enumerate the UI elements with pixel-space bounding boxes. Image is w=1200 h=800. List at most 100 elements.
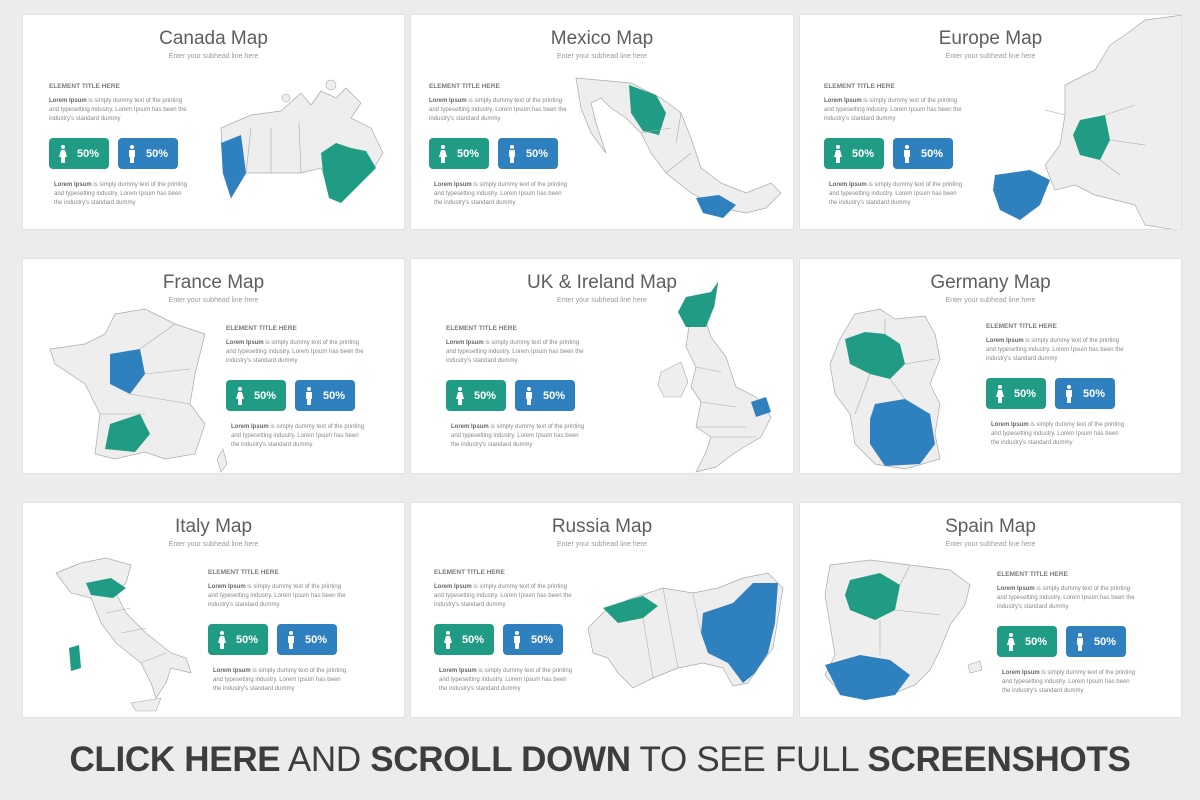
footer-click-here[interactable]: CLICK HERE — [69, 740, 280, 779]
male-stat-badge: 50% — [893, 138, 953, 169]
lorem-text: Lorem Ipsum is simply dummy text of the … — [824, 98, 962, 122]
footer-banner[interactable]: CLICK HERE AND SCROLL DOWN TO SEE FULL S… — [0, 740, 1200, 784]
lorem-text: Lorem Ipsum is simply dummy text of the … — [429, 98, 567, 122]
slide-europe[interactable]: Europe Map Enter your subhead line here … — [799, 14, 1182, 230]
text-block: ELEMENT TITLE HERE Lorem Ipsum is simply… — [49, 83, 189, 208]
female-stat-badge: 50% — [986, 378, 1046, 409]
slide-subtitle: Enter your subhead line here — [168, 541, 259, 548]
text-block: ELEMENT TITLE HERE Lorem Ipsum is simply… — [429, 83, 569, 208]
element-title: ELEMENT TITLE HERE — [208, 569, 279, 576]
italy-map — [55, 557, 192, 712]
male-percent: 50% — [920, 147, 944, 160]
germany-map — [829, 308, 941, 470]
slide-germany[interactable]: Germany Map Enter your subhead line here… — [799, 258, 1182, 474]
male-percent: 50% — [530, 633, 554, 646]
slide-title: Germany Map — [930, 272, 1051, 293]
slide-title: Spain Map — [945, 516, 1036, 537]
text-block: ELEMENT TITLE HERE Lorem Ipsum is simply… — [446, 325, 586, 450]
france-map — [49, 308, 228, 473]
female-percent: 50% — [473, 389, 497, 402]
male-percent: 50% — [145, 147, 169, 160]
lorem-text-2: Lorem Ipsum is simply dummy text of the … — [434, 182, 568, 206]
female-percent: 50% — [1013, 387, 1037, 400]
female-stat-badge: 50% — [446, 380, 506, 411]
slide-uk-ireland[interactable]: UK & Ireland Map Enter your subhead line… — [410, 258, 794, 474]
lorem-text: Lorem Ipsum is simply dummy text of the … — [226, 340, 364, 364]
spain-map — [824, 559, 983, 701]
female-stat-badge: 50% — [49, 138, 109, 169]
male-percent: 50% — [542, 389, 566, 402]
female-stat-badge: 50% — [824, 138, 884, 169]
female-percent: 50% — [76, 147, 100, 160]
canada-map — [220, 79, 384, 203]
slide-canada[interactable]: Canada Map Enter your subhead line here … — [22, 14, 405, 230]
slide-title: Russia Map — [551, 516, 653, 537]
male-percent: 50% — [525, 147, 549, 160]
slide-russia[interactable]: Russia Map Enter your subhead line here … — [410, 502, 794, 718]
lorem-text-2: Lorem Ipsum is simply dummy text of the … — [439, 668, 573, 692]
lorem-text-2: Lorem Ipsum is simply dummy text of the … — [213, 668, 347, 692]
male-icon — [903, 144, 910, 163]
lorem-text: Lorem Ipsum is simply dummy text of the … — [997, 586, 1135, 610]
lorem-text-2: Lorem Ipsum is simply dummy text of the … — [1002, 670, 1136, 694]
male-percent: 50% — [1093, 635, 1117, 648]
slide-subtitle: Enter your subhead line here — [945, 541, 1036, 548]
male-stat-badge: 50% — [1066, 626, 1126, 657]
male-stat-badge: 50% — [503, 624, 563, 655]
lorem-text: Lorem Ipsum is simply dummy text of the … — [986, 338, 1124, 362]
female-percent: 50% — [235, 633, 259, 646]
slide-title: Mexico Map — [550, 28, 654, 49]
male-percent: 50% — [322, 389, 346, 402]
footer-screenshots: SCREENSHOTS — [867, 740, 1131, 779]
male-icon — [1076, 632, 1083, 651]
male-icon — [525, 386, 532, 405]
stats-row: 50% 50% — [49, 138, 189, 169]
male-percent: 50% — [1082, 387, 1106, 400]
element-title: ELEMENT TITLE HERE — [434, 569, 505, 576]
lorem-text: Lorem Ipsum is simply dummy text of the … — [434, 584, 572, 608]
male-icon — [305, 386, 312, 405]
slide-title: Canada Map — [159, 28, 268, 49]
female-icon — [1006, 632, 1015, 651]
slide-spain[interactable]: Spain Map Enter your subhead line here E… — [799, 502, 1182, 718]
stats-row: 50% 50% — [446, 380, 586, 411]
lorem-text: Lorem Ipsum is simply dummy text of the … — [446, 340, 584, 364]
slide-subtitle: Enter your subhead line here — [557, 53, 647, 60]
element-title: ELEMENT TITLE HERE — [997, 571, 1068, 578]
slide-mexico[interactable]: Mexico Map Enter your subhead line here … — [410, 14, 794, 230]
male-icon — [513, 630, 520, 649]
female-stat-badge: 50% — [226, 380, 286, 411]
male-stat-badge: 50% — [295, 380, 355, 411]
lorem-text: Lorem Ipsum is simply dummy text of the … — [49, 98, 187, 122]
male-stat-badge: 50% — [1055, 378, 1115, 409]
female-icon — [217, 630, 226, 649]
slide-subtitle: Enter your subhead line here — [557, 541, 647, 548]
stats-row: 50% 50% — [226, 380, 366, 411]
text-block: ELEMENT TITLE HERE Lorem Ipsum is simply… — [226, 325, 366, 450]
male-icon — [508, 144, 515, 163]
text-block: ELEMENT TITLE HERE Lorem Ipsum is simply… — [986, 323, 1126, 448]
mexico-map — [575, 77, 782, 218]
element-title: ELEMENT TITLE HERE — [986, 323, 1057, 330]
female-percent: 50% — [851, 147, 875, 160]
male-percent: 50% — [304, 633, 328, 646]
footer-scroll-down: SCROLL DOWN — [370, 740, 631, 779]
europe-map — [993, 15, 1181, 229]
text-block: ELEMENT TITLE HERE Lorem Ipsum is simply… — [824, 83, 964, 208]
text-block: ELEMENT TITLE HERE Lorem Ipsum is simply… — [997, 571, 1137, 696]
footer-and: AND — [280, 740, 371, 779]
element-title: ELEMENT TITLE HERE — [226, 325, 297, 332]
stats-row: 50% 50% — [997, 626, 1137, 657]
lorem-text-2: Lorem Ipsum is simply dummy text of the … — [54, 182, 188, 206]
stats-row: 50% 50% — [986, 378, 1126, 409]
male-icon — [1065, 384, 1072, 403]
slide-title: France Map — [162, 272, 265, 293]
male-stat-badge: 50% — [277, 624, 337, 655]
slide-france[interactable]: France Map Enter your subhead line here … — [22, 258, 405, 474]
male-stat-badge: 50% — [118, 138, 178, 169]
slide-italy[interactable]: Italy Map Enter your subhead line here E… — [22, 502, 405, 718]
russia-map — [587, 572, 784, 689]
female-percent: 50% — [253, 389, 277, 402]
slide-subtitle: Enter your subhead line here — [168, 53, 259, 60]
female-icon — [455, 386, 464, 405]
